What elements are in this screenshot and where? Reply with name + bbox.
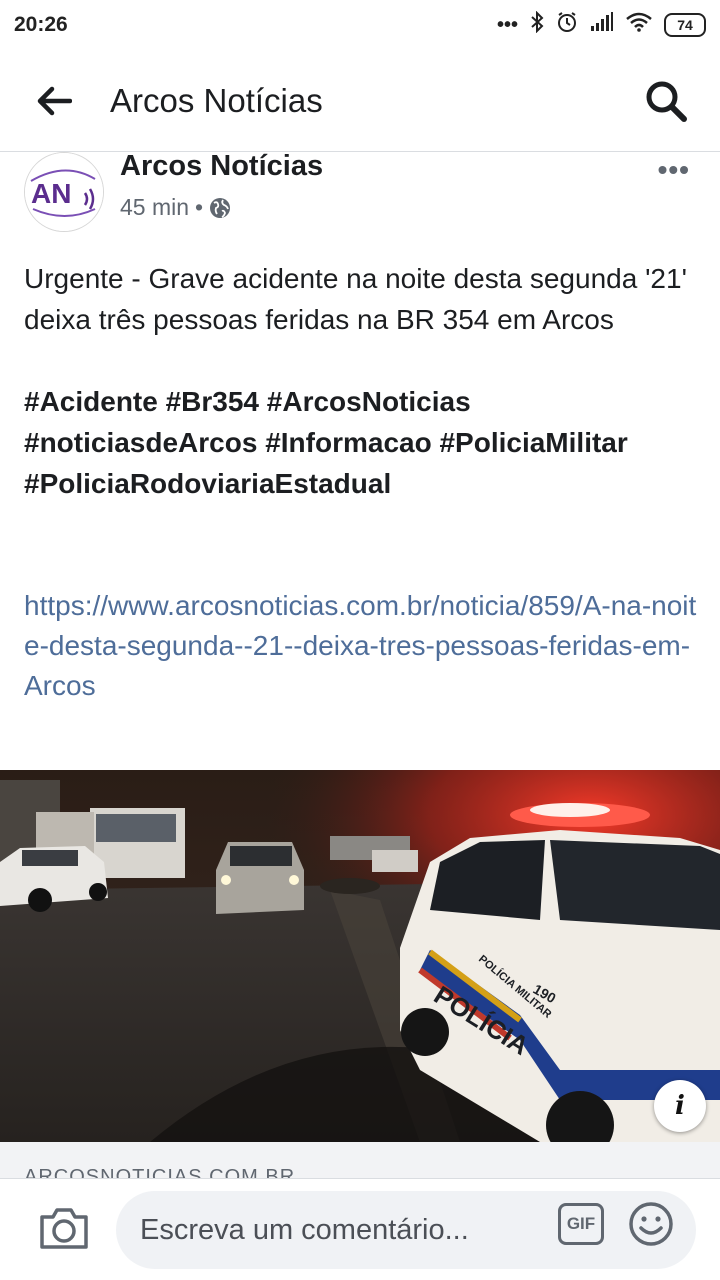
post-text: Urgente - Grave acidente na noite desta … — [24, 263, 687, 335]
post-link[interactable]: https://www.arcosnoticias.com.br/noticia… — [24, 586, 704, 706]
battery-icon: 74 — [664, 13, 706, 37]
post-hashtags[interactable]: #Acidente #Br354 #ArcosNoticias #noticia… — [24, 381, 704, 504]
accident-scene-image: POLÍCIA POLÍCIA MILITAR 190 — [0, 770, 720, 1142]
status-bar: 20:26 ••• 74 — [0, 0, 720, 50]
app-header: Arcos Notícias — [0, 50, 720, 152]
info-button[interactable]: i — [654, 1080, 706, 1132]
status-time: 20:26 — [14, 13, 68, 36]
back-arrow-icon — [37, 86, 72, 115]
avatar[interactable]: AN — [24, 152, 104, 232]
camera-button[interactable] — [38, 1205, 90, 1251]
meta-separator: • — [195, 194, 204, 220]
status-icons: ••• 74 — [496, 10, 706, 39]
post-photo[interactable]: POLÍCIA POLÍCIA MILITAR 190 i — [0, 770, 720, 1142]
search-button[interactable] — [626, 50, 706, 151]
post-header: AN Arcos Notícias 45 min • ••• — [0, 150, 720, 240]
comment-input[interactable]: Escreva um comentário... — [116, 1191, 696, 1269]
dots-icon: ••• — [496, 13, 518, 36]
gif-button[interactable]: GIF — [558, 1203, 604, 1245]
search-icon — [646, 81, 687, 122]
post-page-name[interactable]: Arcos Notícias — [120, 150, 323, 183]
signal-icon — [590, 12, 614, 38]
page-title: Arcos Notícias — [110, 81, 323, 119]
svg-text:AN: AN — [31, 178, 71, 209]
link-preview-card[interactable]: ARCOSNOTICIAS.COM.BR — [0, 1142, 720, 1180]
post-meta: 45 min • — [120, 194, 231, 221]
globe-icon — [210, 197, 231, 218]
arcos-noticias-logo: AN — [25, 153, 103, 231]
camera-icon — [40, 1208, 88, 1249]
post-more-button[interactable]: ••• — [658, 154, 690, 186]
comment-bar: Escreva um comentário... GIF — [0, 1178, 720, 1280]
alarm-icon — [556, 11, 578, 39]
post-time[interactable]: 45 min — [120, 194, 189, 221]
smiley-icon — [629, 1202, 673, 1246]
post-body: Urgente - Grave acidente na noite desta … — [24, 258, 704, 706]
wifi-icon — [626, 12, 652, 38]
emoji-button[interactable] — [628, 1201, 674, 1247]
back-button[interactable] — [0, 50, 110, 151]
bluetooth-icon — [530, 10, 544, 39]
